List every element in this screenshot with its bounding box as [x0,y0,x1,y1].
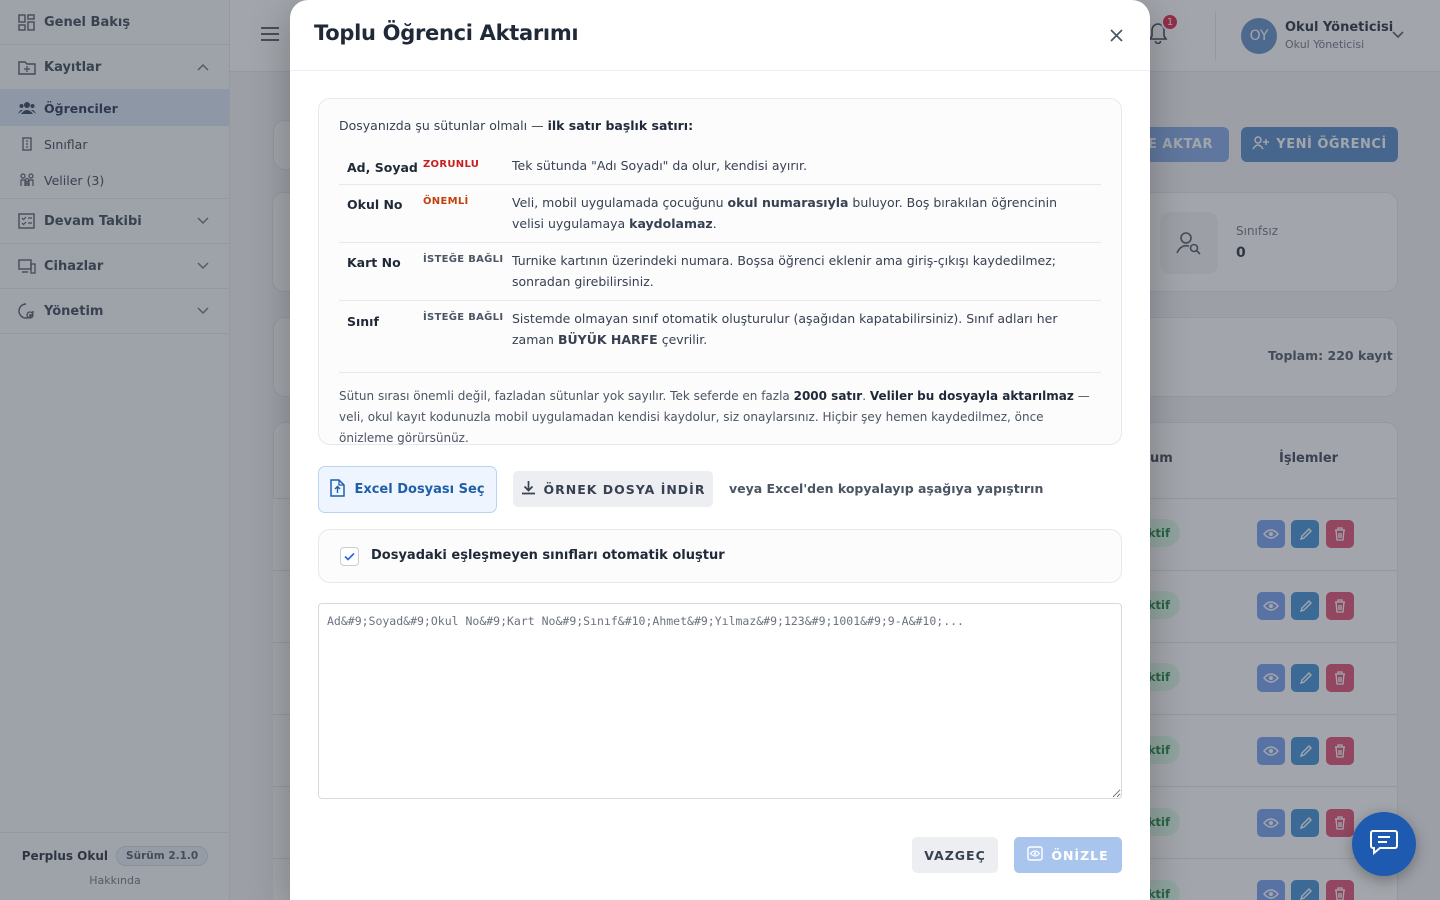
optional-tag: İSTEĞE BAĞLI [423,312,504,323]
import-rules-note: Sütun sırası önemli değil, fazladan sütu… [339,389,1090,445]
column-info-card: Dosyanızda şu sütunlar olmalı — ilk satı… [318,98,1122,445]
important-tag: ÖNEMLİ [423,196,469,207]
file-upload-icon [330,478,346,501]
paste-data-textarea[interactable] [318,603,1122,799]
column-row-sinif: Sınıf İSTEĞE BAĞLI Sistemde olmayan sını… [339,301,1101,373]
download-sample-file-button[interactable]: ÖRNEK DOSYA İNDİR [513,471,713,507]
close-icon[interactable] [1108,27,1124,43]
button-label: Excel Dosyası Seç [354,482,485,497]
column-name: Ad, Soyad [347,160,418,175]
intro-bold: ilk satır başlık satırı: [547,118,694,133]
column-row-adsoyad: Ad, Soyad ZORUNLU Tek sütunda "Adı Soyad… [339,146,1101,185]
preview-button[interactable]: ÖNİZLE [1014,837,1122,873]
column-description: Veli, mobil uygulamada çocuğunu okul num… [512,195,1058,231]
intro-text: Dosyanızda şu sütunlar olmalı — [339,118,548,133]
button-label: ÖNİZLE [1051,847,1109,863]
required-tag: ZORUNLU [423,159,480,170]
column-row-kartno: Kart No İSTEĞE BAĞLI Turnike kartının üz… [339,243,1101,301]
auto-create-classes-label[interactable]: Dosyadaki eşleşmeyen sınıfları otomatik … [371,548,725,563]
optional-tag: İSTEĞE BAĞLI [423,254,504,265]
column-description: Turnike kartının üzerindeki numara. Boşs… [512,253,1056,289]
preview-icon [1027,846,1044,864]
column-name: Kart No [347,255,401,270]
button-label: VAZGEÇ [924,847,986,863]
bulk-import-dialog: Toplu Öğrenci Aktarımı Dosyanızda şu süt… [290,0,1150,900]
dialog-title: Toplu Öğrenci Aktarımı [314,21,579,45]
auto-create-classes-option: Dosyadaki eşleşmeyen sınıfları otomatik … [318,529,1122,583]
chat-icon [1370,829,1398,859]
select-excel-file-button[interactable]: Excel Dosyası Seç [318,466,497,513]
column-description: Tek sütunda "Adı Soyadı" da olur, kendis… [512,158,807,173]
column-description: Sistemde olmayan sınıf otomatik oluşturu… [512,311,1058,347]
button-label: ÖRNEK DOSYA İNDİR [543,481,706,497]
chat-support-button[interactable] [1352,812,1416,876]
column-name: Sınıf [347,314,379,329]
column-info-intro: Dosyanızda şu sütunlar olmalı — ilk satı… [339,118,693,133]
auto-create-classes-checkbox[interactable] [340,547,359,566]
dialog-header: Toplu Öğrenci Aktarımı [290,0,1150,71]
column-row-okulno: Okul No ÖNEMLİ Veli, mobil uygulamada ço… [339,185,1101,243]
column-name: Okul No [347,197,403,212]
paste-hint: veya Excel'den kopyalayıp aşağıya yapışt… [729,481,1044,496]
download-icon [521,480,536,498]
column-requirements-table: Ad, Soyad ZORUNLU Tek sütunda "Adı Soyad… [339,146,1101,373]
cancel-button[interactable]: VAZGEÇ [912,837,998,873]
